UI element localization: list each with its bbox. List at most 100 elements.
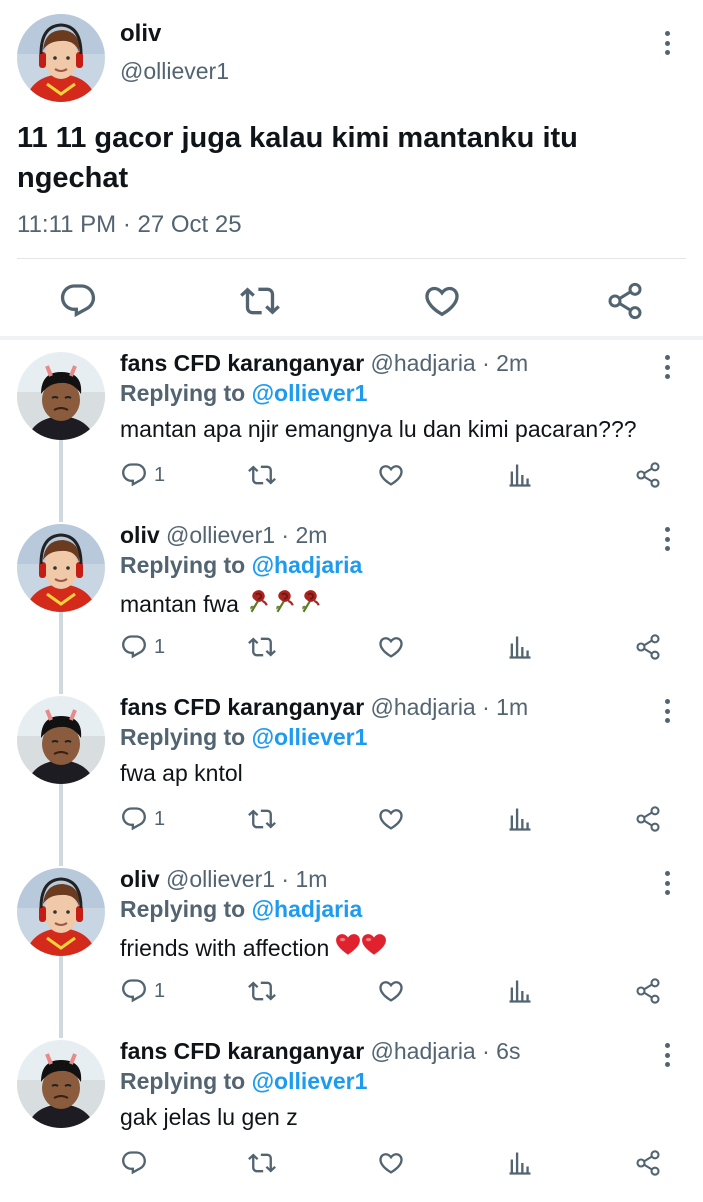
mention-link[interactable]: @hadjaria bbox=[252, 552, 363, 578]
more-options-icon[interactable] bbox=[657, 524, 677, 554]
retweet-button[interactable] bbox=[248, 1148, 276, 1178]
avatar[interactable] bbox=[17, 696, 105, 784]
like-button[interactable] bbox=[377, 632, 405, 662]
reply-tweet[interactable]: fans CFD karanganyar @hadjaria · 1m Repl… bbox=[0, 686, 703, 858]
like-button[interactable] bbox=[377, 1148, 405, 1178]
reply-count: 1 bbox=[154, 979, 166, 1002]
reply-tweet[interactable]: oliv @olliever1 · 2m Replying to @hadjar… bbox=[0, 514, 703, 686]
reply-tweet[interactable]: fans CFD karanganyar @hadjaria · 2m Repl… bbox=[0, 342, 703, 514]
author-meta[interactable]: @hadjaria · 1m bbox=[371, 694, 529, 720]
mention-link[interactable]: @olliever1 bbox=[252, 724, 368, 750]
retweet-button[interactable] bbox=[248, 632, 276, 662]
avatar[interactable] bbox=[17, 14, 105, 102]
more-options-icon[interactable] bbox=[657, 352, 677, 382]
replying-label: Replying to bbox=[120, 724, 246, 750]
reply-icon bbox=[120, 805, 148, 833]
replying-label: Replying to bbox=[120, 1068, 246, 1094]
retweet-icon bbox=[248, 1149, 276, 1177]
author-name[interactable]: fans CFD karanganyar bbox=[120, 350, 364, 376]
more-options-icon[interactable] bbox=[657, 1040, 677, 1070]
mention-link[interactable]: @olliever1 bbox=[252, 1068, 368, 1094]
reply-tweet[interactable]: oliv @olliever1 · 1m Replying to @hadjar… bbox=[0, 858, 703, 1030]
reply-icon bbox=[120, 461, 148, 489]
more-options-icon[interactable] bbox=[657, 868, 677, 898]
avatar[interactable] bbox=[17, 868, 105, 956]
author-name[interactable]: oliv bbox=[120, 20, 161, 48]
views-icon bbox=[506, 1149, 534, 1177]
views-button[interactable] bbox=[506, 1148, 534, 1178]
retweet-button[interactable] bbox=[240, 281, 280, 321]
author-handle[interactable]: @olliever1 bbox=[120, 58, 229, 85]
share-icon bbox=[634, 1149, 662, 1177]
avatar[interactable] bbox=[17, 524, 105, 612]
share-button[interactable] bbox=[634, 976, 662, 1006]
like-icon bbox=[377, 805, 405, 833]
share-button[interactable] bbox=[634, 632, 662, 662]
like-icon bbox=[377, 977, 405, 1005]
share-icon bbox=[634, 461, 662, 489]
like-icon bbox=[377, 633, 405, 661]
reply-actions: 1 bbox=[0, 460, 703, 496]
replying-label: Replying to bbox=[120, 380, 246, 406]
retweet-icon bbox=[248, 633, 276, 661]
views-icon bbox=[506, 461, 534, 489]
reply-text: mantan fwa bbox=[120, 590, 239, 617]
share-icon bbox=[634, 805, 662, 833]
share-icon bbox=[605, 281, 645, 321]
share-button[interactable] bbox=[634, 804, 662, 834]
reply-actions: 1 bbox=[0, 632, 703, 668]
views-button[interactable] bbox=[506, 976, 534, 1006]
author-name[interactable]: fans CFD karanganyar bbox=[120, 1038, 364, 1064]
reply-button[interactable]: 1 bbox=[120, 976, 165, 1006]
reply-actions: 1 bbox=[0, 804, 703, 840]
reply-text: friends with affection bbox=[120, 934, 330, 961]
reply-button[interactable]: 1 bbox=[120, 460, 165, 490]
author-meta[interactable]: @olliever1 · 1m bbox=[166, 866, 327, 892]
author-name[interactable]: oliv bbox=[120, 522, 160, 548]
reply-button[interactable]: 1 bbox=[120, 804, 165, 834]
divider bbox=[17, 258, 686, 259]
retweet-icon bbox=[248, 461, 276, 489]
reply-icon bbox=[120, 633, 148, 661]
like-button[interactable] bbox=[377, 804, 405, 834]
wilted-rose-emoji bbox=[245, 588, 323, 620]
reply-actions bbox=[0, 1148, 703, 1184]
mention-link[interactable]: @hadjaria bbox=[252, 896, 363, 922]
author-meta[interactable]: @hadjaria · 2m bbox=[371, 350, 529, 376]
retweet-button[interactable] bbox=[248, 804, 276, 834]
tweet-timestamp[interactable]: 11:11 PM · 27 Oct 25 bbox=[17, 211, 242, 239]
views-button[interactable] bbox=[506, 460, 534, 490]
author-meta[interactable]: @olliever1 · 2m bbox=[166, 522, 327, 548]
views-icon bbox=[506, 633, 534, 661]
like-icon bbox=[377, 461, 405, 489]
author-name[interactable]: fans CFD karanganyar bbox=[120, 694, 364, 720]
reply-tweet[interactable]: fans CFD karanganyar @hadjaria · 6s Repl… bbox=[0, 1030, 703, 1202]
avatar[interactable] bbox=[17, 352, 105, 440]
share-button[interactable] bbox=[605, 281, 645, 321]
mention-link[interactable]: @olliever1 bbox=[252, 380, 368, 406]
reply-icon bbox=[120, 1149, 148, 1177]
more-options-icon[interactable] bbox=[657, 28, 677, 58]
more-options-icon[interactable] bbox=[657, 696, 677, 726]
share-button[interactable] bbox=[634, 460, 662, 490]
share-button[interactable] bbox=[634, 1148, 662, 1178]
retweet-button[interactable] bbox=[248, 976, 276, 1006]
reply-text: mantan apa njir emangnya lu dan kimi pac… bbox=[120, 416, 637, 442]
reply-button[interactable] bbox=[58, 281, 98, 321]
views-button[interactable] bbox=[506, 632, 534, 662]
retweet-icon bbox=[248, 805, 276, 833]
reply-count: 1 bbox=[154, 635, 166, 658]
reply-button[interactable] bbox=[120, 1148, 154, 1178]
like-button[interactable] bbox=[377, 460, 405, 490]
like-button[interactable] bbox=[377, 976, 405, 1006]
reply-button[interactable]: 1 bbox=[120, 632, 165, 662]
avatar[interactable] bbox=[17, 1040, 105, 1128]
author-meta[interactable]: @hadjaria · 6s bbox=[371, 1038, 521, 1064]
retweet-button[interactable] bbox=[248, 460, 276, 490]
like-button[interactable] bbox=[422, 281, 462, 321]
author-name[interactable]: oliv bbox=[120, 866, 160, 892]
reply-count: 1 bbox=[154, 463, 166, 486]
reply-count: 1 bbox=[154, 807, 166, 830]
views-button[interactable] bbox=[506, 804, 534, 834]
reply-text: fwa ap kntol bbox=[120, 760, 243, 786]
